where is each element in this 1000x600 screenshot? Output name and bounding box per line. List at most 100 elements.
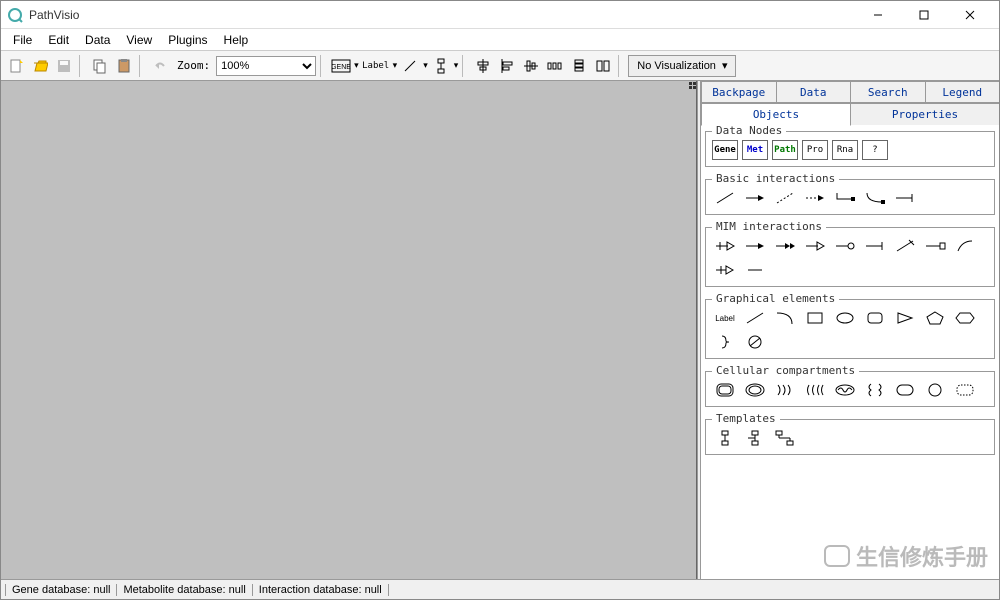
mim-conversion-icon[interactable]	[802, 236, 828, 256]
menu-edit[interactable]: Edit	[40, 31, 77, 49]
zoom-label: Zoom:	[177, 59, 210, 72]
node-protein[interactable]: Pro	[802, 140, 828, 160]
tab-properties[interactable]: Properties	[850, 103, 999, 125]
mim-cleavage-icon[interactable]	[892, 236, 918, 256]
node-pathway[interactable]: Path	[772, 140, 798, 160]
status-interaction-db: Interaction database: null	[252, 584, 389, 596]
mim-binding-icon[interactable]	[832, 236, 858, 256]
gpentagon-icon[interactable]	[922, 308, 948, 328]
zoom-select[interactable]: 100%	[216, 56, 316, 76]
distribute-h[interactable]	[544, 55, 566, 77]
gtriangle-icon[interactable]	[892, 308, 918, 328]
align-center-h[interactable]	[472, 55, 494, 77]
arrow-icon[interactable]	[742, 188, 768, 208]
mim-inhibition-icon[interactable]	[862, 236, 888, 256]
line-tool[interactable]	[399, 55, 421, 77]
extracellular-icon[interactable]	[952, 380, 978, 400]
mim-gap-icon[interactable]	[742, 260, 768, 280]
node-gene[interactable]: Gene	[712, 140, 738, 160]
canvas[interactable]	[1, 81, 697, 579]
gbrace-icon[interactable]	[712, 332, 738, 352]
tab-legend[interactable]: Legend	[925, 81, 1000, 102]
maximize-button[interactable]	[901, 1, 947, 29]
er-icon[interactable]	[772, 380, 798, 400]
sarco-icon[interactable]	[862, 380, 888, 400]
status-gene-db: Gene database: null	[5, 584, 117, 596]
copy-button[interactable]	[89, 55, 111, 77]
template2-icon[interactable]	[742, 428, 768, 448]
mim-branching-left-icon[interactable]	[952, 236, 978, 256]
mim-transcription-icon[interactable]	[712, 260, 738, 280]
paste-button[interactable]	[113, 55, 135, 77]
tab-objects[interactable]: Objects	[701, 103, 851, 126]
ghexagon-icon[interactable]	[952, 308, 978, 328]
tbar-icon[interactable]	[892, 188, 918, 208]
nucleus-icon[interactable]	[742, 380, 768, 400]
menu-data[interactable]: Data	[77, 31, 118, 49]
dashed-arrow-icon[interactable]	[802, 188, 828, 208]
panel-cellular-compartments: Cellular compartments	[705, 371, 995, 407]
label-tool[interactable]: Label	[361, 55, 391, 77]
status-metabolite-db: Metabolite database: null	[116, 584, 252, 596]
window-title: PathVisio	[29, 8, 855, 22]
line-icon[interactable]	[712, 188, 738, 208]
visualization-dropdown[interactable]: No Visualization▾	[628, 55, 736, 77]
minimize-button[interactable]	[855, 1, 901, 29]
template-tool[interactable]	[430, 55, 452, 77]
tab-backpage[interactable]: Backpage	[701, 81, 777, 102]
new-button[interactable]	[5, 55, 27, 77]
menu-view[interactable]: View	[118, 31, 160, 49]
panel-basic-interactions: Basic interactions	[705, 179, 995, 215]
stack-vertical[interactable]	[568, 55, 590, 77]
menu-help[interactable]: Help	[216, 31, 257, 49]
gene-tool[interactable]: GENE	[330, 55, 352, 77]
golgi-icon[interactable]	[802, 380, 828, 400]
elbow-icon[interactable]	[832, 188, 858, 208]
panel-data-nodes: Data Nodes Gene Met Path Pro Rna ?	[705, 131, 995, 167]
app-icon	[7, 7, 23, 23]
node-unknown[interactable]: ?	[862, 140, 888, 160]
mim-covalent-icon[interactable]	[922, 236, 948, 256]
align-left[interactable]	[496, 55, 518, 77]
mim-necessary-icon[interactable]	[712, 236, 738, 256]
mim-catalysis-icon[interactable]	[772, 236, 798, 256]
grect-icon[interactable]	[802, 308, 828, 328]
panel-graphical-elements: Graphical elements Label	[705, 299, 995, 359]
close-button[interactable]	[947, 1, 993, 29]
template3-icon[interactable]	[772, 428, 798, 448]
gline-icon[interactable]	[742, 308, 768, 328]
curve-icon[interactable]	[862, 188, 888, 208]
svg-text:GENE: GENE	[331, 64, 351, 71]
dashed-line-icon[interactable]	[772, 188, 798, 208]
open-button[interactable]	[29, 55, 51, 77]
undo-button[interactable]	[149, 55, 171, 77]
template1-icon[interactable]	[712, 428, 738, 448]
tab-data[interactable]: Data	[776, 81, 852, 102]
tab-search[interactable]: Search	[850, 81, 926, 102]
statusbar: Gene database: null Metabolite database:…	[1, 579, 999, 599]
titlebar: PathVisio	[1, 1, 999, 29]
menu-plugins[interactable]: Plugins	[160, 31, 215, 49]
node-metabolite[interactable]: Met	[742, 140, 768, 160]
node-rna[interactable]: Rna	[832, 140, 858, 160]
organelle-icon[interactable]	[892, 380, 918, 400]
panel-mim-interactions: MIM interactions	[705, 227, 995, 287]
gno-icon[interactable]	[742, 332, 768, 352]
mito-icon[interactable]	[832, 380, 858, 400]
panel-templates: Templates	[705, 419, 995, 455]
side-panel: Backpage Data Search Legend Objects Prop…	[701, 81, 999, 579]
same-width[interactable]	[592, 55, 614, 77]
goval-icon[interactable]	[832, 308, 858, 328]
vesicle-icon[interactable]	[922, 380, 948, 400]
cell-icon[interactable]	[712, 380, 738, 400]
mim-stimulation-icon[interactable]	[742, 236, 768, 256]
menu-file[interactable]: File	[5, 31, 40, 49]
toolbar: Zoom: 100% GENE ▾ Label ▾ ▾ ▾ No Visuali…	[1, 51, 999, 81]
menubar: File Edit Data View Plugins Help	[1, 29, 999, 51]
glabel-icon[interactable]: Label	[712, 308, 738, 328]
watermark: 生信修炼手册	[824, 540, 988, 572]
align-middle-v[interactable]	[520, 55, 542, 77]
save-button[interactable]	[53, 55, 75, 77]
groundrect-icon[interactable]	[862, 308, 888, 328]
garc-icon[interactable]	[772, 308, 798, 328]
